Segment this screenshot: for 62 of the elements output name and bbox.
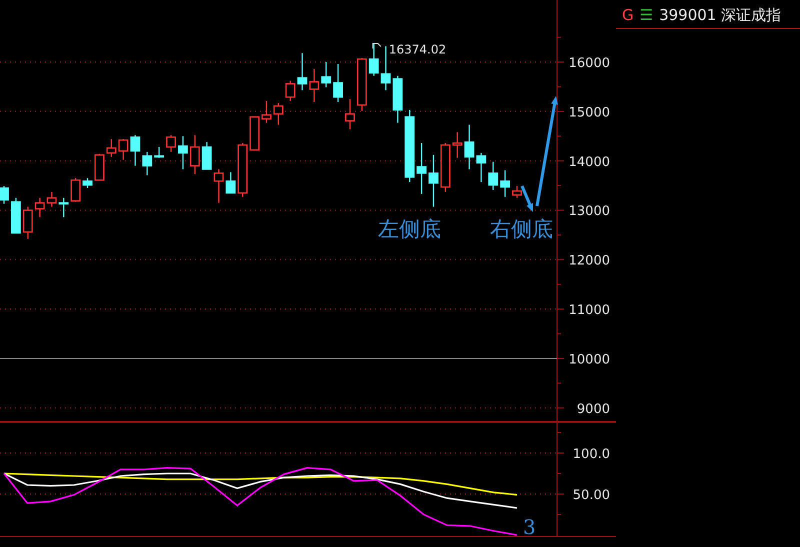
candlestick <box>345 99 355 130</box>
axis-label: 16000 <box>568 56 610 71</box>
candlestick <box>46 192 57 207</box>
candlestick <box>10 198 21 234</box>
candlestick <box>262 101 272 123</box>
axis-label: 14000 <box>568 154 610 170</box>
arrow <box>520 185 533 212</box>
candlestick <box>106 139 116 157</box>
candlestick <box>285 80 296 102</box>
candlestick <box>214 169 224 203</box>
candlestick <box>476 152 486 182</box>
candlestick <box>440 143 450 192</box>
annotation-label: 左侧底 <box>378 217 441 241</box>
candlestick <box>94 154 104 181</box>
candlestick <box>428 154 438 207</box>
candlestick <box>392 76 403 123</box>
axis-label: 15000 <box>568 105 610 120</box>
candlestick <box>309 68 320 102</box>
candlestick <box>226 172 236 194</box>
candlestick <box>82 178 92 188</box>
candlestick <box>512 186 522 198</box>
candlestick <box>190 135 200 174</box>
candlestick <box>297 53 308 90</box>
axis-label: 13000 <box>568 204 610 220</box>
candlestick <box>380 46 391 90</box>
candlestick <box>238 143 248 197</box>
candlestick <box>178 136 188 170</box>
annotation-label: 右侧底 <box>490 217 553 241</box>
index-title: 399001 深证成指 <box>659 6 782 24</box>
high-marker-icon <box>372 43 382 50</box>
candlestick <box>70 178 81 202</box>
candlestick <box>22 206 33 239</box>
candlestick <box>166 135 176 152</box>
annotation-label: 3 <box>523 515 536 537</box>
candlestick <box>368 44 379 76</box>
axis-label: 50.00 <box>572 488 610 504</box>
candlestick <box>452 132 462 158</box>
axis-label: 10000 <box>568 352 610 368</box>
candlestick <box>321 62 332 88</box>
candlestick <box>202 142 212 170</box>
candlestick <box>416 143 426 194</box>
candlestick <box>250 116 260 151</box>
axis-label: 9000 <box>576 402 610 417</box>
axis-label: 11000 <box>568 303 610 318</box>
candlestick <box>142 152 152 176</box>
menu-icon[interactable]: ☰ <box>640 6 654 24</box>
candlestick <box>356 58 367 111</box>
candlestick <box>58 198 69 218</box>
candlestick <box>130 135 140 166</box>
axis-label: 100.0 <box>572 447 610 462</box>
candlestick <box>333 64 343 102</box>
axis-label: 12000 <box>568 254 610 269</box>
candlestick <box>500 170 510 197</box>
candlestick <box>273 103 284 125</box>
candlestick <box>0 186 9 204</box>
candlestick <box>464 124 474 170</box>
candlestick <box>34 198 45 218</box>
candlestick <box>118 139 128 160</box>
flag-label: G <box>622 6 634 24</box>
candlestick <box>488 162 498 190</box>
price-label: 16374.02 <box>388 42 446 57</box>
candlestick <box>154 147 164 158</box>
